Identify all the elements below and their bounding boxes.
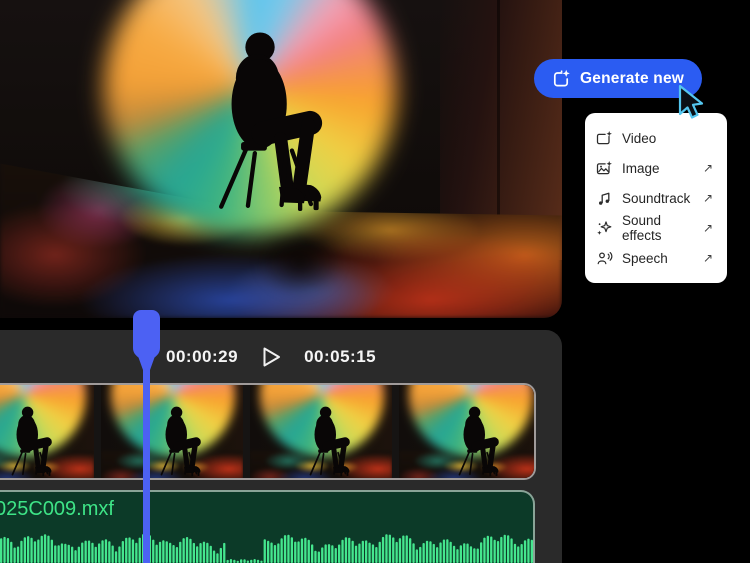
video-thumbnail <box>399 385 534 478</box>
menu-item-image[interactable]: Image ↗ <box>585 153 727 183</box>
generate-new-label: Generate new <box>580 69 685 87</box>
generate-menu: Video Image ↗ Soundtrack ↗ Sound effects… <box>585 113 727 283</box>
playhead-stem <box>143 358 150 563</box>
external-link-icon: ↗ <box>702 191 713 205</box>
timeline-panel: 00:00:29 00:05:15 025C009.mxf <box>0 330 562 563</box>
external-link-icon: ↗ <box>702 221 713 235</box>
wall-corner-seam <box>497 0 500 250</box>
menu-item-sound-effects[interactable]: Sound effects ↗ <box>585 213 727 243</box>
menu-item-label: Sound effects <box>622 213 662 243</box>
sound-effects-icon <box>596 220 613 237</box>
audio-clip[interactable]: 025C009.mxf <box>0 490 535 563</box>
seated-person-silhouette <box>455 405 509 478</box>
menu-item-label: Image <box>622 160 660 176</box>
timecode-bar: 00:00:29 00:05:15 <box>0 330 562 383</box>
person-reflection <box>252 238 348 318</box>
generate-icon <box>553 69 570 86</box>
audio-waveform <box>0 533 533 563</box>
video-thumbnail <box>101 385 243 478</box>
playhead-handle[interactable] <box>133 310 160 372</box>
play-icon[interactable] <box>262 346 282 368</box>
menu-item-label: Speech <box>622 250 668 266</box>
external-link-icon: ↗ <box>702 161 713 175</box>
seated-person-silhouette <box>306 405 360 478</box>
audio-clip-filename: 025C009.mxf <box>0 498 114 520</box>
video-thumbnail <box>250 385 392 478</box>
video-thumbnail <box>0 385 94 478</box>
seated-person-silhouette <box>210 28 348 218</box>
image-generate-icon <box>596 160 613 177</box>
current-timecode: 00:00:29 <box>166 346 239 366</box>
video-preview-panel <box>0 0 562 318</box>
app-canvas: Generate new Video Image ↗ Soundtrack ↗ … <box>0 0 750 563</box>
external-link-icon: ↗ <box>702 251 713 265</box>
menu-item-soundtrack[interactable]: Soundtrack ↗ <box>585 183 727 213</box>
total-timecode: 00:05:15 <box>304 346 377 366</box>
menu-item-label: Video <box>622 130 657 146</box>
seated-person-silhouette <box>8 405 62 478</box>
video-clip[interactable] <box>0 383 536 480</box>
menu-item-label: Soundtrack <box>622 190 691 206</box>
video-generate-icon <box>596 130 613 147</box>
speech-icon <box>596 250 613 267</box>
soundtrack-icon <box>596 190 613 207</box>
generate-new-button[interactable]: Generate new <box>534 59 702 98</box>
seated-person-silhouette <box>157 405 211 478</box>
menu-item-video[interactable]: Video <box>585 123 727 153</box>
menu-item-speech[interactable]: Speech ↗ <box>585 243 727 273</box>
